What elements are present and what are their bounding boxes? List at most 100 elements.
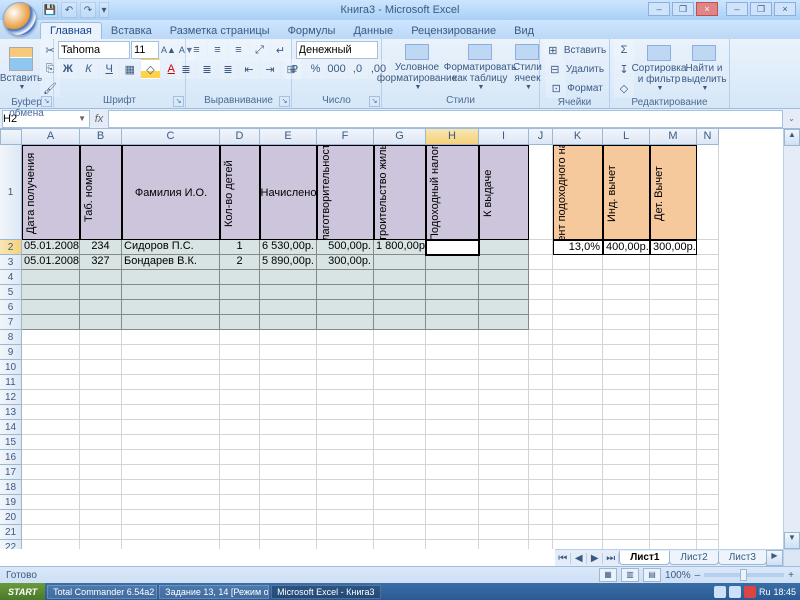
cell[interactable] [426,315,479,330]
cell[interactable] [317,525,374,540]
cell[interactable] [220,405,260,420]
cell[interactable] [260,450,317,465]
column-header[interactable]: L [603,129,650,145]
row-header[interactable]: 15 [0,435,22,450]
cell[interactable] [553,525,603,540]
cell[interactable] [697,315,719,330]
paste-button[interactable]: Вставить ▼ [4,44,38,94]
cell[interactable] [529,145,553,240]
cell[interactable] [122,405,220,420]
cell[interactable] [22,540,80,549]
cell[interactable] [317,330,374,345]
cell[interactable] [122,465,220,480]
cell[interactable] [479,390,529,405]
cell[interactable] [260,405,317,420]
cell[interactable] [553,360,603,375]
view-break-icon[interactable]: ▤ [643,568,661,582]
cell[interactable] [220,285,260,300]
cell[interactable]: Сидоров П.С. [122,240,220,255]
row-header[interactable]: 19 [0,495,22,510]
cell[interactable] [426,420,479,435]
cell[interactable] [697,285,719,300]
cell[interactable] [603,525,650,540]
cell[interactable] [553,315,603,330]
cell[interactable] [697,525,719,540]
cell[interactable] [697,300,719,315]
cell[interactable] [374,495,426,510]
cell[interactable]: 327 [80,255,122,270]
cell-styles-button[interactable]: Стили ячеек▼ [512,43,543,93]
cell[interactable] [122,495,220,510]
row-header[interactable]: 3 [0,255,22,270]
cell[interactable] [220,270,260,285]
row-header[interactable]: 11 [0,375,22,390]
cell[interactable]: Таб. номер [80,145,122,240]
cell[interactable] [426,495,479,510]
cell[interactable] [603,420,650,435]
start-button[interactable]: START [0,583,45,600]
tray-lang-icon[interactable] [744,586,756,598]
taskbar-item[interactable]: Задание 13, 14 [Режим огран… [159,585,269,599]
cell[interactable] [22,390,80,405]
cell[interactable] [697,345,719,360]
cell[interactable] [650,420,697,435]
inc-decimal-icon[interactable]: ,0 [348,59,368,79]
cell[interactable] [260,495,317,510]
cell[interactable] [374,525,426,540]
cell[interactable] [374,480,426,495]
cell[interactable] [529,330,553,345]
cell[interactable]: Кол-во детей [220,145,260,240]
cell[interactable] [529,300,553,315]
cell[interactable] [650,330,697,345]
cell[interactable] [374,345,426,360]
cell[interactable] [529,540,553,549]
cell[interactable] [374,270,426,285]
cell[interactable] [529,255,553,270]
cell[interactable] [697,510,719,525]
cell[interactable] [80,420,122,435]
cell[interactable] [697,420,719,435]
cell[interactable] [80,450,122,465]
cell[interactable] [80,360,122,375]
cell[interactable] [697,405,719,420]
tab-home[interactable]: Главная [40,22,102,39]
cell[interactable] [603,300,650,315]
cell[interactable] [122,270,220,285]
scroll-down-icon[interactable]: ▼ [784,532,800,549]
cell[interactable]: 300,00р. [317,255,374,270]
cell[interactable] [529,360,553,375]
qat-save-icon[interactable]: 💾 [42,2,58,18]
cell[interactable] [220,315,260,330]
cell[interactable] [22,495,80,510]
cell[interactable] [603,255,650,270]
column-header[interactable]: F [317,129,374,145]
cell[interactable] [374,375,426,390]
cell[interactable] [80,285,122,300]
orientation-icon[interactable]: ⤢ [250,40,270,60]
cell[interactable] [80,465,122,480]
cell[interactable] [374,540,426,549]
cell[interactable] [697,240,719,255]
tab-review[interactable]: Рецензирование [402,23,505,39]
cell[interactable] [317,405,374,420]
column-header[interactable]: D [220,129,260,145]
cell[interactable]: Начислено [260,145,317,240]
cell[interactable] [374,405,426,420]
cell[interactable]: Благотворительность [317,145,374,240]
cell[interactable] [220,480,260,495]
grid[interactable]: ABCDEFGHIJKLMN 1Дата полученияТаб. номер… [0,129,783,549]
cell[interactable] [426,300,479,315]
row-header[interactable]: 18 [0,480,22,495]
cell[interactable] [122,285,220,300]
cell[interactable] [317,390,374,405]
tab-insert[interactable]: Вставка [102,23,161,39]
column-header[interactable]: G [374,129,426,145]
format-as-table-button[interactable]: Форматировать как таблицу▼ [450,43,510,93]
cell[interactable] [603,330,650,345]
cell[interactable]: 1 [220,240,260,255]
increase-indent-icon[interactable]: ⇥ [260,59,280,79]
sheet-tab-2[interactable]: Лист2 [669,551,718,565]
cell[interactable] [553,495,603,510]
cell[interactable] [122,330,220,345]
column-header[interactable]: E [260,129,317,145]
